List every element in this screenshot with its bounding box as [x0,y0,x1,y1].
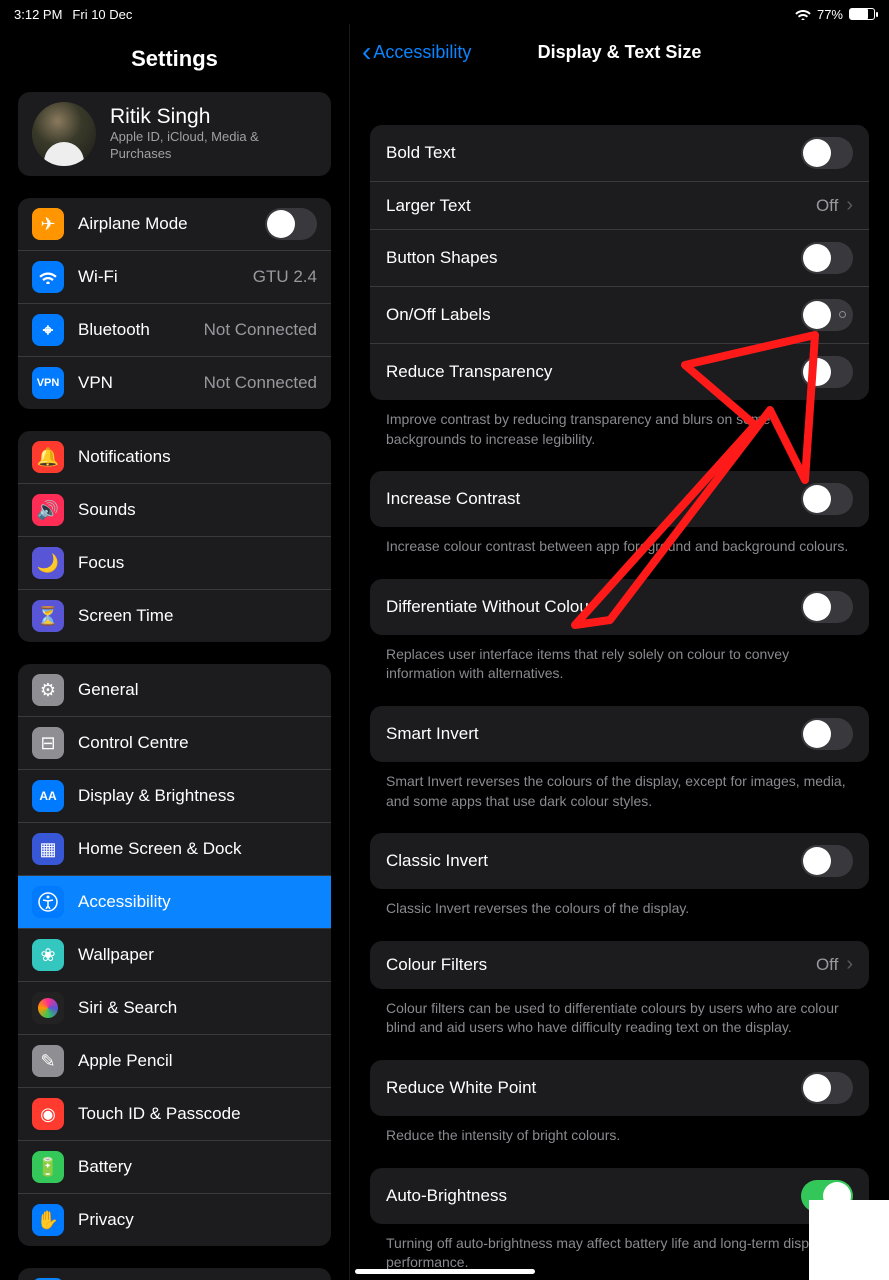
overlay-box [809,1200,889,1280]
vpn-icon: VPN [32,367,64,399]
accessibility-row[interactable]: Accessibility [18,875,331,928]
battery-percent: 77% [817,7,843,22]
appstore-row[interactable]: App Store [18,1268,331,1280]
vpn-row[interactable]: VPN VPN Not Connected [18,356,331,409]
colour-filters-row[interactable]: Colour Filters Off › [370,941,869,989]
reduce-transparency-help: Improve contrast by reducing transparenc… [350,400,889,471]
screentime-row[interactable]: ⏳ Screen Time [18,589,331,642]
battery-row-icon: 🔋 [32,1151,64,1183]
sidebar-title: Settings [0,24,349,92]
reduce-white-point-row[interactable]: Reduce White Point [370,1060,869,1116]
bold-text-row[interactable]: Bold Text [370,125,869,181]
home-indicator[interactable] [355,1269,535,1274]
sounds-row[interactable]: 🔊 Sounds [18,483,331,536]
chevron-left-icon: ‹ [362,41,371,63]
bold-text-toggle[interactable] [801,137,853,169]
detail-pane: ‹ Accessibility Display & Text Size Bold… [350,24,889,1280]
avatar [32,102,96,166]
chevron-right-icon: › [846,953,853,976]
battery-icon [849,8,875,20]
fingerprint-icon: ◉ [32,1098,64,1130]
wifi-row[interactable]: Wi-Fi GTU 2.4 [18,250,331,303]
reduce-transparency-toggle[interactable] [801,356,853,388]
onoff-labels-toggle[interactable] [801,299,853,331]
reduce-transparency-row[interactable]: Reduce Transparency [370,343,869,400]
classic-invert-row[interactable]: Classic Invert [370,833,869,889]
differentiate-toggle[interactable] [801,591,853,623]
bluetooth-row[interactable]: ⌖ Bluetooth Not Connected [18,303,331,356]
button-shapes-row[interactable]: Button Shapes [370,229,869,286]
hand-icon: ✋ [32,1204,64,1236]
smart-help: Smart Invert reverses the colours of the… [350,762,889,833]
larger-text-row[interactable]: Larger Text Off › [370,181,869,229]
settings-sidebar: Settings Ritik Singh Apple ID, iCloud, M… [0,24,350,1280]
wallpaper-row[interactable]: ❀ Wallpaper [18,928,331,981]
onoff-labels-row[interactable]: On/Off Labels [370,286,869,343]
smart-invert-toggle[interactable] [801,718,853,750]
wifi-icon [795,8,811,20]
apple-pencil-row[interactable]: ✎ Apple Pencil [18,1034,331,1087]
focus-row[interactable]: 🌙 Focus [18,536,331,589]
increase-contrast-row[interactable]: Increase Contrast [370,471,869,527]
smart-invert-row[interactable]: Smart Invert [370,706,869,762]
moon-icon: 🌙 [32,547,64,579]
pencil-icon: ✎ [32,1045,64,1077]
auto-brightness-row[interactable]: Auto-Brightness [370,1168,869,1224]
privacy-row[interactable]: ✋ Privacy [18,1193,331,1246]
profile-sub: Apple ID, iCloud, Media & Purchases [110,129,317,163]
general-row[interactable]: ⚙ General [18,664,331,716]
wifi-icon [32,261,64,293]
touchid-row[interactable]: ◉ Touch ID & Passcode [18,1087,331,1140]
notifications-row[interactable]: 🔔 Notifications [18,431,331,483]
bell-icon: 🔔 [32,441,64,473]
home-screen-row[interactable]: ▦ Home Screen & Dock [18,822,331,875]
airplane-toggle[interactable] [265,208,317,240]
airplane-mode-row[interactable]: ✈ Airplane Mode [18,198,331,250]
sliders-icon: ⊟ [32,727,64,759]
detail-title: Display & Text Size [538,42,702,63]
profile-name: Ritik Singh [110,105,317,129]
speaker-icon: 🔊 [32,494,64,526]
classic-help: Classic Invert reverses the colours of t… [350,889,889,941]
classic-invert-toggle[interactable] [801,845,853,877]
airplane-icon: ✈ [32,208,64,240]
white-help: Reduce the intensity of bright colours. [350,1116,889,1168]
control-centre-row[interactable]: ⊟ Control Centre [18,716,331,769]
grid-icon: ▦ [32,833,64,865]
filters-help: Colour filters can be used to differenti… [350,989,889,1060]
diff-help: Replaces user interface items that rely … [350,635,889,706]
contrast-help: Increase colour contrast between app for… [350,527,889,579]
chevron-right-icon: › [846,194,853,217]
status-time: 3:12 PM [14,7,62,22]
battery-row[interactable]: 🔋 Battery [18,1140,331,1193]
back-button[interactable]: ‹ Accessibility [362,41,471,63]
display-brightness-row[interactable]: AA Display & Brightness [18,769,331,822]
differentiate-without-colour-row[interactable]: Differentiate Without Colour [370,579,869,635]
status-bar: 3:12 PM Fri 10 Dec 77% [0,0,889,24]
profile-row[interactable]: Ritik Singh Apple ID, iCloud, Media & Pu… [18,92,331,176]
text-size-icon: AA [32,780,64,812]
bluetooth-icon: ⌖ [32,314,64,346]
button-shapes-toggle[interactable] [801,242,853,274]
reduce-white-point-toggle[interactable] [801,1072,853,1104]
gear-icon: ⚙ [32,674,64,706]
increase-contrast-toggle[interactable] [801,483,853,515]
accessibility-icon [32,886,64,918]
status-date: Fri 10 Dec [72,7,132,22]
siri-icon [32,992,64,1024]
flower-icon: ❀ [32,939,64,971]
hourglass-icon: ⏳ [32,600,64,632]
siri-row[interactable]: Siri & Search [18,981,331,1034]
